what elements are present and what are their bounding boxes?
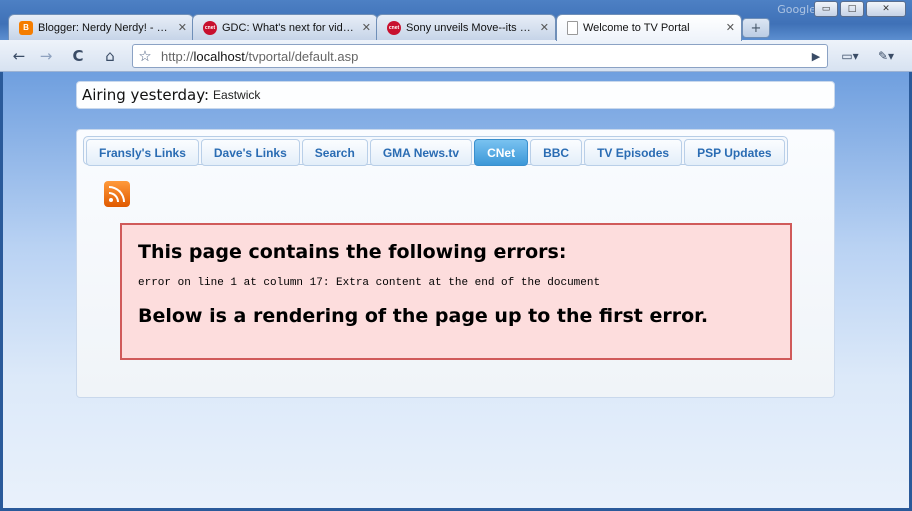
browser-toolbar: ← → C ⌂ ☆ http://localhost/tvportal/defa… bbox=[0, 40, 912, 72]
url-prefix: http:// bbox=[161, 48, 194, 64]
nav-tab-psp[interactable]: PSP Updates bbox=[684, 139, 785, 166]
cnet-icon: cnet bbox=[203, 20, 217, 35]
nav-tab-tv-episodes[interactable]: TV Episodes bbox=[584, 139, 683, 166]
cnet-icon: cnet bbox=[387, 20, 401, 35]
tab-blogger[interactable]: B Blogger: Nerdy Nerdy! - Cr... ✕ bbox=[8, 14, 194, 40]
forward-button[interactable]: → bbox=[34, 45, 58, 67]
tab-gdc[interactable]: cnet GDC: What's next for vide... ✕ bbox=[192, 14, 378, 40]
tab-tv-portal[interactable]: Welcome to TV Portal ✕ bbox=[556, 14, 742, 41]
tab-title: GDC: What's next for vide... bbox=[222, 21, 357, 34]
back-button[interactable]: ← bbox=[7, 45, 31, 67]
content-panel: Fransly's Links Dave's Links Search GMA … bbox=[76, 129, 835, 398]
tab-title: Blogger: Nerdy Nerdy! - Cr... bbox=[38, 21, 173, 34]
new-tab-button[interactable]: + bbox=[742, 18, 770, 38]
airing-bar: Airing yesterday: Eastwick bbox=[76, 81, 835, 109]
nav-tab-fransly[interactable]: Fransly's Links bbox=[86, 139, 199, 166]
tab-title: Welcome to TV Portal bbox=[583, 22, 690, 34]
go-button[interactable]: ▶ bbox=[804, 45, 828, 67]
page-icon bbox=[567, 21, 578, 35]
page-menu-icon[interactable]: ▭▾ bbox=[836, 45, 864, 67]
tab-close-icon[interactable]: ✕ bbox=[540, 21, 549, 34]
tab-close-icon[interactable]: ✕ bbox=[362, 21, 371, 34]
airing-value: Eastwick bbox=[213, 88, 261, 102]
site-nav-tabs: Fransly's Links Dave's Links Search GMA … bbox=[83, 136, 788, 166]
rss-feed-icon[interactable] bbox=[104, 181, 130, 207]
url-path: /tvportal/default.asp bbox=[244, 48, 359, 64]
title-bar: Google ▭ □ ✕ B Blogger: Nerdy Nerdy! - C… bbox=[0, 0, 912, 41]
close-window-button[interactable]: ✕ bbox=[866, 1, 906, 17]
error-heading: This page contains the following errors: bbox=[138, 241, 567, 263]
nav-tab-gma[interactable]: GMA News.tv bbox=[369, 139, 473, 166]
nav-tab-bbc[interactable]: BBC bbox=[530, 139, 583, 166]
wrench-menu-icon[interactable]: ✎▾ bbox=[872, 45, 900, 67]
tab-close-icon[interactable]: ✕ bbox=[178, 21, 187, 34]
tab-title: Sony unveils Move--its PS3... bbox=[406, 21, 535, 34]
tab-sony[interactable]: cnet Sony unveils Move--its PS3... ✕ bbox=[376, 14, 556, 40]
url-text: http://localhost/tvportal/default.asp bbox=[157, 49, 358, 64]
home-button[interactable]: ⌂ bbox=[98, 45, 122, 67]
window-controls: ▭ □ ✕ bbox=[814, 1, 906, 17]
address-bar[interactable]: ☆ http://localhost/tvportal/default.asp bbox=[132, 44, 828, 68]
url-host: localhost bbox=[193, 48, 245, 64]
blogger-icon: B bbox=[19, 20, 33, 35]
airing-label: Airing yesterday: bbox=[82, 86, 210, 104]
xml-error-box: This page contains the following errors:… bbox=[120, 223, 792, 360]
error-rendering-note: Below is a rendering of the page up to t… bbox=[138, 305, 709, 327]
nav-tab-cnet[interactable]: CNet bbox=[474, 139, 529, 166]
reload-button[interactable]: C bbox=[66, 45, 90, 67]
nav-tab-search[interactable]: Search bbox=[301, 139, 368, 166]
tab-strip: B Blogger: Nerdy Nerdy! - Cr... ✕ cnet G… bbox=[8, 14, 788, 41]
bookmark-star-icon[interactable]: ☆ bbox=[133, 47, 157, 65]
page-viewport: Airing yesterday: Eastwick Fransly's Lin… bbox=[3, 72, 909, 508]
minimize-button[interactable]: ▭ bbox=[814, 1, 838, 17]
error-message: error on line 1 at column 17: Extra cont… bbox=[138, 277, 601, 289]
maximize-button[interactable]: □ bbox=[840, 1, 864, 17]
nav-tab-dave[interactable]: Dave's Links bbox=[200, 139, 300, 166]
tab-close-icon[interactable]: ✕ bbox=[726, 21, 735, 34]
rss-dot bbox=[109, 198, 113, 202]
